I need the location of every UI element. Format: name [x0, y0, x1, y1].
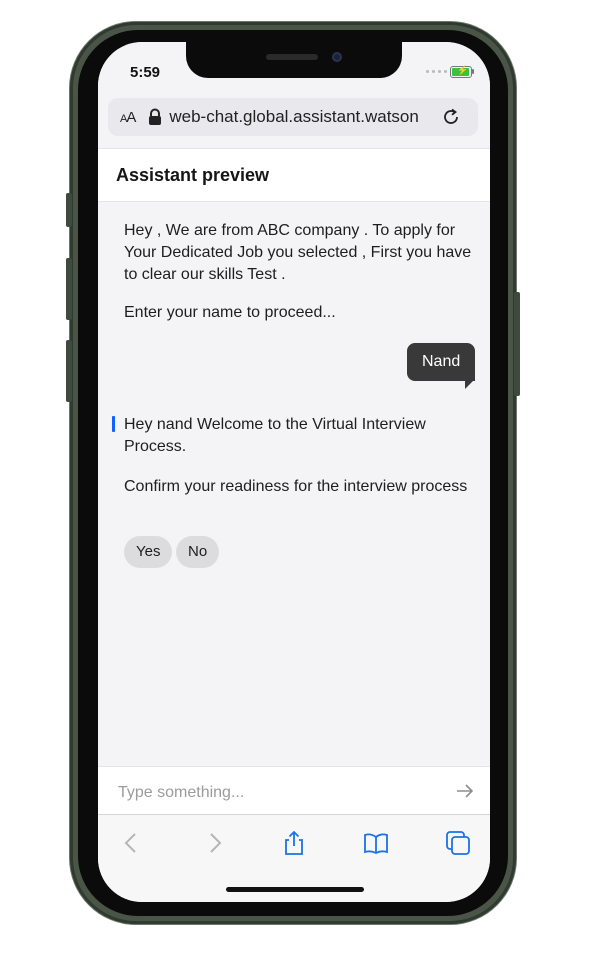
- message-input-bar: [98, 766, 490, 815]
- page-title: Assistant preview: [116, 165, 270, 185]
- bot-indicator: [112, 416, 115, 432]
- share-icon[interactable]: [280, 829, 308, 857]
- user-message: Nand: [407, 343, 476, 381]
- phone-screen: 5:59 ⚡ AA web-chat.global.assistant.wats…: [98, 42, 490, 902]
- camera-icon: [332, 52, 342, 62]
- notch: [186, 42, 402, 78]
- volume-down-button: [66, 340, 72, 402]
- chat-messages: Hey , We are from ABC company . To apply…: [98, 202, 490, 766]
- tabs-icon[interactable]: [444, 829, 472, 857]
- bookmarks-icon[interactable]: [362, 829, 390, 857]
- battery-tip: [472, 69, 474, 74]
- chat-header: Assistant preview: [98, 148, 490, 202]
- speaker-grille: [266, 54, 318, 60]
- bot-message: Enter your name to proceed...: [124, 304, 336, 321]
- home-indicator: [226, 887, 364, 892]
- reload-icon[interactable]: [441, 107, 461, 127]
- user-bubble-tail: [465, 381, 473, 389]
- status-time: 5:59: [130, 64, 161, 81]
- send-icon[interactable]: [456, 782, 474, 800]
- message-input[interactable]: [116, 779, 440, 807]
- volume-up-button: [66, 258, 72, 320]
- signal-icon: [426, 70, 447, 73]
- url-text[interactable]: web-chat.global.assistant.watson: [169, 107, 435, 127]
- silent-switch: [66, 193, 72, 227]
- quick-reply-no-button[interactable]: No: [176, 536, 220, 568]
- bot-message: Hey nand Welcome to the Virtual Intervie…: [124, 416, 426, 455]
- lock-icon: [149, 108, 162, 125]
- bot-message: Hey , We are from ABC company . To apply…: [124, 222, 472, 283]
- quick-reply-yes-button[interactable]: Yes: [124, 536, 173, 568]
- browser-toolbar: [98, 814, 490, 902]
- power-button: [514, 292, 520, 396]
- back-icon[interactable]: [118, 829, 146, 857]
- address-bar[interactable]: AA web-chat.global.assistant.watson: [108, 98, 478, 136]
- forward-icon[interactable]: [200, 829, 228, 857]
- text-size-button[interactable]: AA: [120, 109, 136, 126]
- battery-icon: ⚡: [450, 65, 472, 78]
- bot-message: Confirm your readiness for the interview…: [124, 478, 468, 495]
